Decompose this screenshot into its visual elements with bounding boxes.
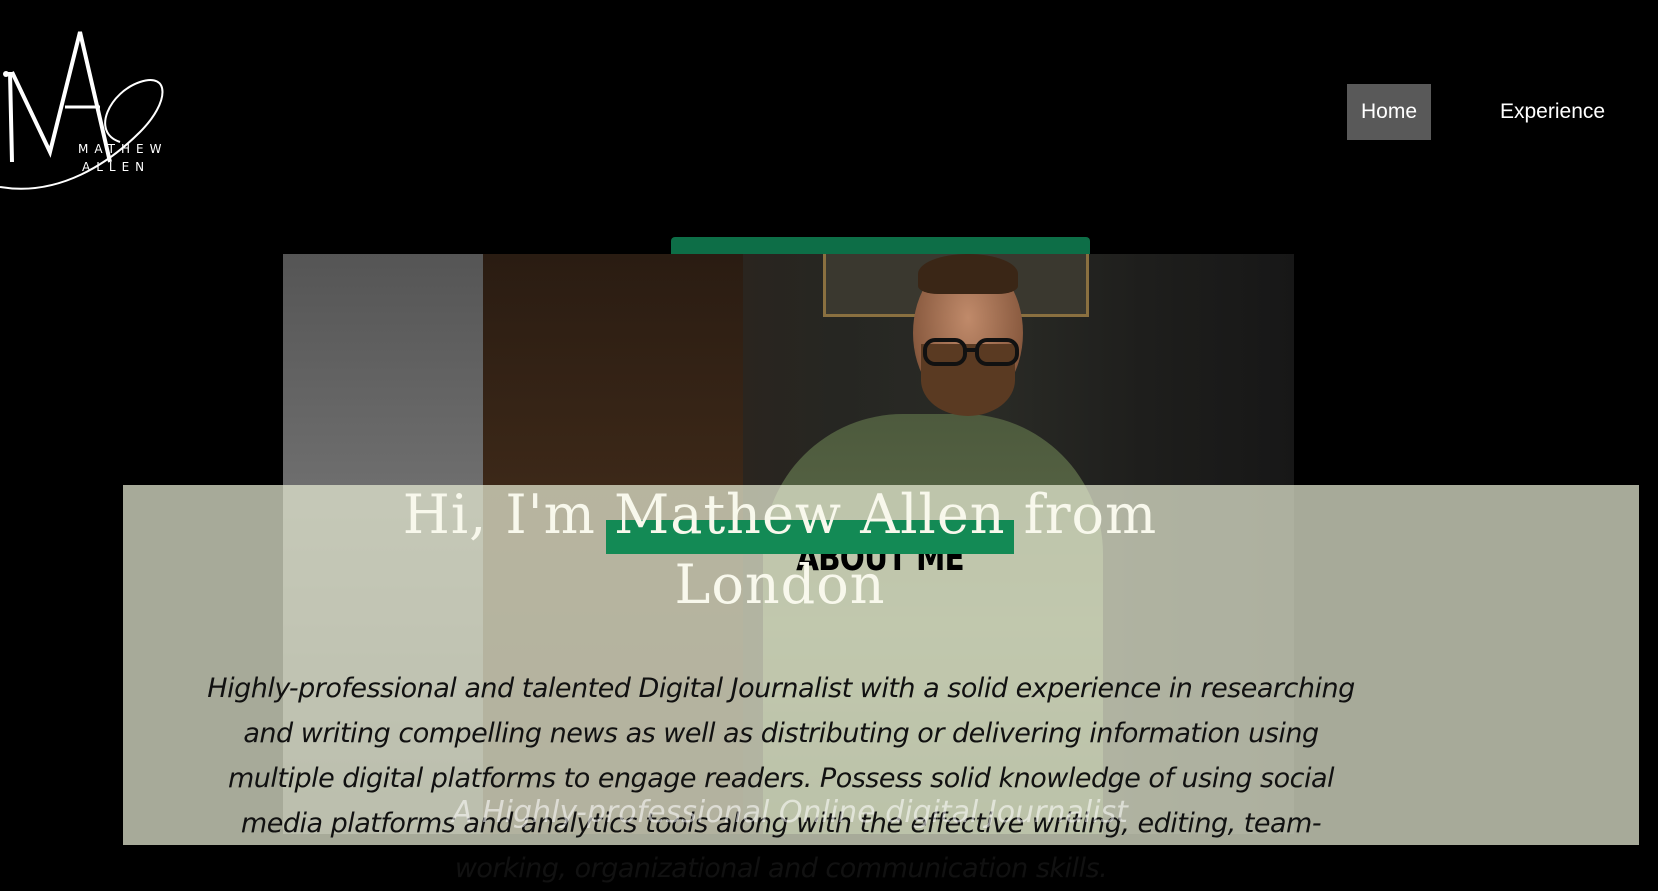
- headline-suffix: from: [1023, 483, 1158, 546]
- headline-location: London: [674, 553, 886, 616]
- headline-name: Mathew Allen: [605, 480, 1014, 554]
- headline-prefix: Hi, I'm: [402, 483, 596, 546]
- logo-line-1: MATHEW: [78, 142, 168, 156]
- hero-bio: Highly-professional and talented Digital…: [207, 673, 1355, 884]
- site-logo[interactable]: MATHEW ALLEN: [0, 12, 180, 192]
- logo-line-2: ALLEN: [82, 160, 151, 174]
- hero-headline: Hi, I'm Mathew Allen from London: [370, 480, 1190, 620]
- nav-item-home[interactable]: Home: [1347, 84, 1431, 140]
- nav-item-experience[interactable]: Experience: [1500, 84, 1605, 140]
- hero-tagline: A Highly-professional Online digital Jou…: [452, 795, 1128, 830]
